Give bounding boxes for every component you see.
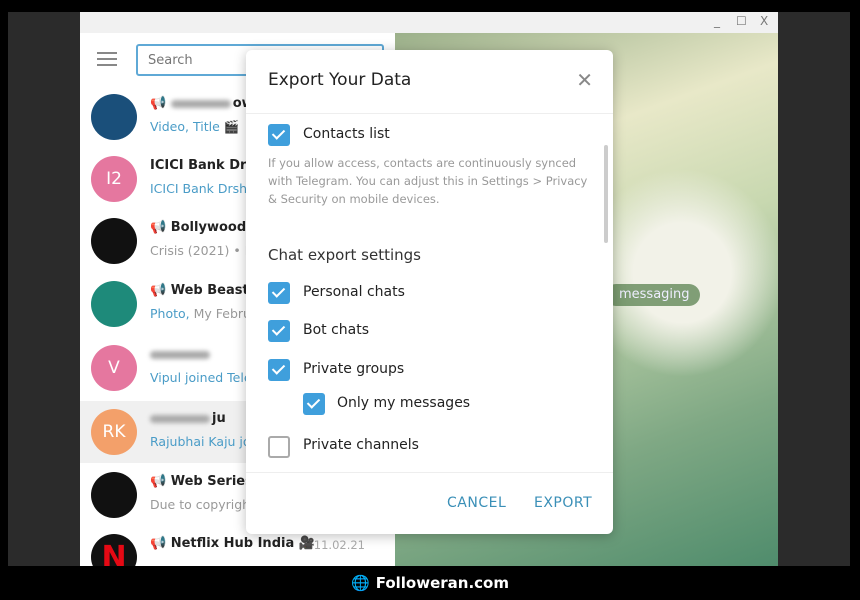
title-bar: _ ☐ X bbox=[80, 12, 778, 33]
preview-text: Due to copyrigh bbox=[150, 497, 251, 512]
avatar bbox=[91, 472, 137, 518]
contacts-list-label: Contacts list bbox=[303, 126, 390, 142]
bot-chats-label: Bot chats bbox=[303, 322, 370, 338]
avatar bbox=[91, 94, 137, 140]
divider bbox=[246, 472, 613, 473]
private-groups-label: Private groups bbox=[303, 361, 405, 377]
service-message-pill: messaging bbox=[605, 284, 700, 306]
chat-name-text: Netflix Hub India 🎥 bbox=[170, 536, 315, 551]
chat-name: 📢 Web Beast bbox=[150, 283, 249, 298]
bot-chats-checkbox[interactable] bbox=[268, 320, 290, 342]
export-button[interactable]: EXPORT bbox=[534, 495, 592, 511]
megaphone-icon: 📢 bbox=[150, 220, 171, 235]
divider bbox=[246, 113, 613, 114]
chat-name: 📢 Bollywood H bbox=[150, 220, 262, 235]
private-groups-checkbox[interactable] bbox=[268, 359, 290, 381]
globe-icon: 🌐 bbox=[351, 574, 370, 592]
megaphone-icon: 📢 bbox=[150, 283, 171, 298]
maximize-button[interactable]: ☐ bbox=[736, 14, 747, 28]
avatar: N bbox=[91, 534, 137, 566]
chat-name bbox=[150, 347, 212, 362]
avatar: RK bbox=[91, 409, 137, 455]
preview-highlight: Vipul joined Tele bbox=[150, 370, 252, 385]
redacted-name bbox=[170, 99, 231, 108]
personal-chats-checkbox[interactable] bbox=[268, 282, 290, 304]
redacted-name bbox=[150, 414, 210, 423]
redacted-name bbox=[150, 350, 210, 359]
preview-text: My Febru bbox=[189, 306, 251, 321]
avatar: I2 bbox=[91, 156, 137, 202]
chat-preview: ICICI Bank Drshr bbox=[150, 181, 252, 196]
close-window-button[interactable]: X bbox=[760, 14, 768, 28]
section-heading: Chat export settings bbox=[268, 246, 421, 264]
megaphone-icon: 📢 bbox=[150, 536, 171, 551]
export-data-dialog: Export Your Data ✕ Contacts list If you … bbox=[246, 50, 613, 534]
chat-preview: Due to copyrigh bbox=[150, 497, 250, 512]
avatar bbox=[91, 281, 137, 327]
left-frame bbox=[8, 12, 80, 566]
personal-chats-label: Personal chats bbox=[303, 284, 405, 300]
preview-highlight: Photo, bbox=[150, 306, 190, 321]
hamburger-menu-icon[interactable] bbox=[97, 52, 117, 66]
chat-preview: Vipul joined Tele bbox=[150, 370, 252, 385]
dialog-scrollbar[interactable] bbox=[604, 145, 608, 243]
contacts-note: If you allow access, contacts are contin… bbox=[268, 156, 588, 206]
right-frame bbox=[778, 12, 850, 566]
chat-preview: Rajubhai Kaju jo bbox=[150, 434, 251, 449]
preview-highlight: ICICI Bank Drshr bbox=[150, 181, 253, 196]
only-my-messages-label: Only my messages bbox=[337, 395, 471, 411]
avatar bbox=[91, 218, 137, 264]
chat-preview: Video, Title 🎬 bbox=[150, 119, 239, 135]
cancel-button[interactable]: CANCEL bbox=[447, 495, 506, 511]
chat-preview: Photo, My Febru bbox=[150, 306, 251, 321]
private-channels-label: Private channels bbox=[303, 437, 419, 453]
close-icon[interactable]: ✕ bbox=[576, 68, 593, 92]
contacts-list-checkbox[interactable] bbox=[268, 124, 290, 146]
chat-name-text: ju bbox=[212, 411, 226, 426]
preview-highlight: Video, Title 🎬 bbox=[150, 119, 240, 134]
megaphone-icon: 📢 bbox=[150, 96, 171, 111]
chat-name-text: Web Beast bbox=[170, 283, 249, 298]
only-my-messages-checkbox[interactable] bbox=[303, 393, 325, 415]
chat-name: 📢 Netflix Hub India 🎥 bbox=[150, 536, 315, 551]
footer-text: Followeran.com bbox=[375, 574, 509, 592]
dialog-title: Export Your Data bbox=[268, 70, 412, 90]
watermark-footer: 🌐 Followeran.com bbox=[0, 566, 860, 600]
preview-highlight: Rajubhai Kaju jo bbox=[150, 434, 251, 449]
chat-name: ju bbox=[150, 411, 226, 426]
avatar: V bbox=[91, 345, 137, 391]
chat-date: 11.02.21 bbox=[313, 538, 365, 552]
minimize-button[interactable]: _ bbox=[714, 14, 720, 28]
private-channels-checkbox[interactable] bbox=[268, 436, 290, 458]
megaphone-icon: 📢 bbox=[150, 474, 171, 489]
